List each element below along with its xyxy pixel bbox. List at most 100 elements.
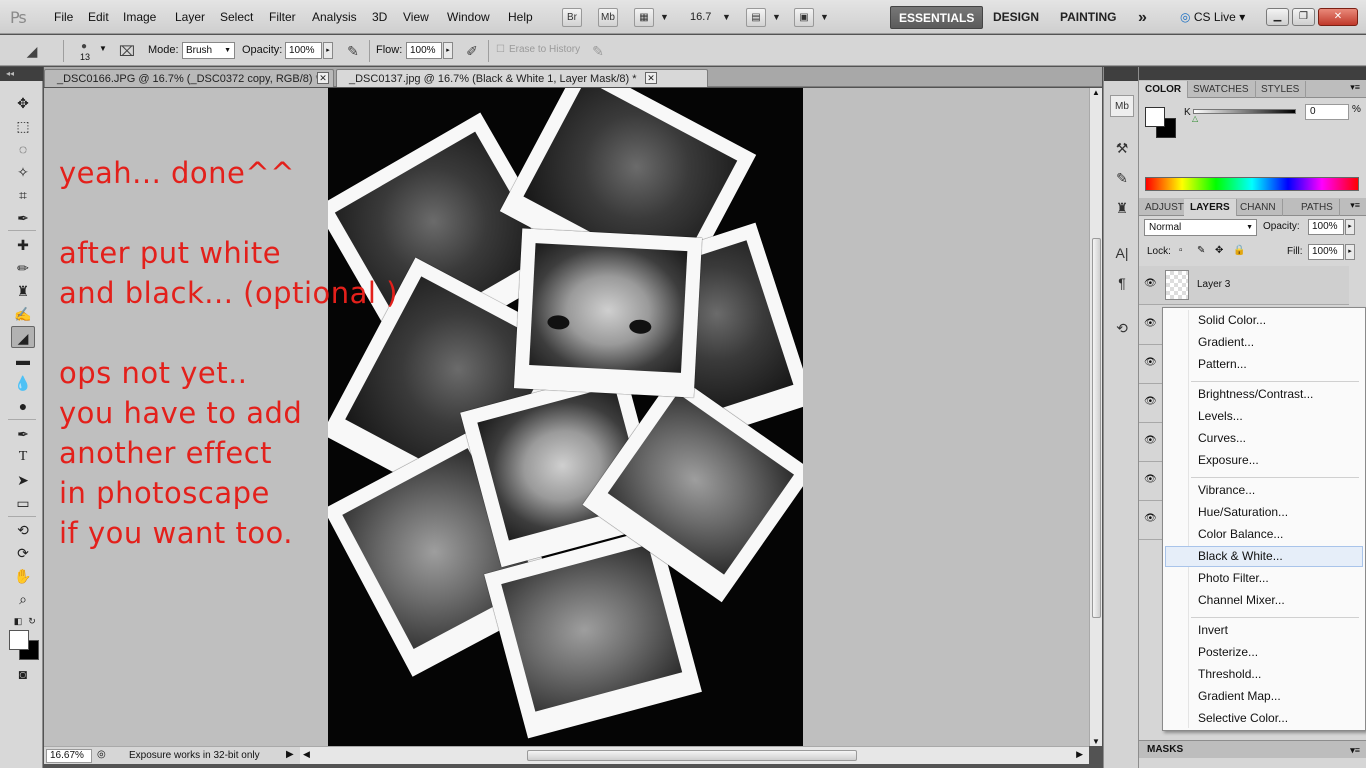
color-spectrum-bar[interactable] [1145, 177, 1359, 191]
scroll-thumb[interactable] [527, 750, 857, 761]
3d-rotate-tool-icon[interactable]: ⟲ [11, 519, 35, 541]
menu-analysis[interactable]: Analysis [312, 10, 357, 24]
clone-source-icon[interactable]: ♜ [1110, 197, 1134, 219]
canvas-area[interactable]: yeah... done^^ after put white and black… [44, 88, 1089, 746]
visibility-eye-icon[interactable]: 👁 [1144, 278, 1157, 289]
cs-live-button[interactable]: ◎ CS Live ▾ [1180, 10, 1245, 24]
hand-tool-icon[interactable]: ✋ [11, 565, 35, 587]
lasso-tool-icon[interactable]: ◌ [11, 138, 35, 160]
layer-row[interactable]: 👁 Layer 3 [1139, 266, 1349, 305]
menu-filter[interactable]: Filter [269, 10, 296, 24]
workspace-design[interactable]: DESIGN [985, 6, 1047, 29]
tab-styles[interactable]: STYLES [1255, 81, 1307, 98]
menu-select[interactable]: Select [220, 10, 253, 24]
blend-mode-select[interactable]: Normal ▼ [1144, 219, 1257, 236]
chevron-down-icon[interactable]: ▼ [660, 12, 669, 22]
k-channel-slider[interactable] [1193, 109, 1296, 114]
foreground-color-swatch[interactable] [9, 630, 29, 650]
menu-image[interactable]: Image [123, 10, 156, 24]
toolbox-header[interactable]: ◂◂ [0, 67, 43, 81]
scroll-up-icon[interactable]: ▲ [1092, 88, 1100, 97]
arrange-documents-button[interactable]: ▤ [746, 8, 766, 27]
menu-view[interactable]: View [403, 10, 429, 24]
spot-healing-tool-icon[interactable]: ✚ [11, 234, 35, 256]
pen-tool-icon[interactable]: ✒ [11, 423, 35, 445]
type-tool-icon[interactable]: T [11, 446, 35, 468]
history-brush-tool-icon[interactable]: ✍ [11, 303, 35, 325]
rectangle-tool-icon[interactable]: ▭ [11, 492, 35, 514]
flow-field[interactable]: 100% [406, 42, 442, 59]
tablet-pressure-opacity-icon[interactable]: ✎ [343, 41, 363, 61]
layer-opacity-field[interactable]: 100% [1308, 219, 1344, 235]
flow-slider-arrow[interactable]: ▸ [443, 42, 453, 59]
eyedropper-tool-icon[interactable]: ✒ [11, 207, 35, 229]
menu-3d[interactable]: 3D [372, 10, 387, 24]
mini-bridge-button[interactable]: Mb [598, 8, 618, 27]
fill-field[interactable]: 100% [1308, 244, 1344, 260]
horizontal-scrollbar[interactable]: ◀ ▶ [300, 746, 1089, 764]
vertical-scrollbar[interactable]: ▲ ▼ [1089, 88, 1102, 746]
tablet-pressure-size-icon[interactable]: ✎ [588, 41, 608, 61]
view-extras-button[interactable]: ▦ [634, 8, 654, 27]
menu-item-vibrance[interactable]: Vibrance... [1165, 480, 1363, 501]
scroll-right-icon[interactable]: ▶ [1076, 749, 1083, 760]
slider-handle-icon[interactable]: △ [1192, 114, 1198, 123]
mini-bridge-icon[interactable]: Mb [1110, 95, 1134, 117]
brush-tool-icon[interactable]: ✏ [11, 257, 35, 279]
lock-image-icon[interactable]: ✎ [1197, 245, 1205, 256]
menu-item-pattern[interactable]: Pattern... [1165, 354, 1363, 375]
menu-item-exposure[interactable]: Exposure... [1165, 450, 1363, 471]
clone-stamp-tool-icon[interactable]: ♜ [11, 280, 35, 302]
menu-item-selective-color[interactable]: Selective Color... [1165, 708, 1363, 729]
quick-mask-icon[interactable]: ◙ [11, 663, 35, 685]
visibility-eye-icon[interactable]: 👁 [1144, 318, 1157, 329]
opacity-slider-arrow[interactable]: ▸ [323, 42, 333, 59]
paragraph-panel-icon[interactable]: ¶ [1110, 272, 1134, 294]
lock-position-icon[interactable]: ✥ [1215, 245, 1223, 256]
panel-menu-icon[interactable]: ▾≡ [1350, 82, 1360, 93]
scroll-down-icon[interactable]: ▼ [1092, 737, 1100, 746]
eraser-preset-icon[interactable]: ◢ [22, 41, 42, 61]
gradient-tool-icon[interactable]: ▬ [11, 349, 35, 371]
visibility-eye-icon[interactable]: 👁 [1144, 474, 1157, 485]
tab-dsc0137[interactable]: _DSC0137.jpg @ 16.7% (Black & White 1, L… [336, 69, 708, 87]
status-menu-arrow-icon[interactable]: ▶ [286, 749, 294, 760]
foreground-color-swatch[interactable] [1145, 107, 1165, 127]
k-channel-value[interactable]: 0 [1305, 104, 1349, 120]
brush-panel-icon[interactable]: ⌧ [117, 41, 137, 61]
close-tab-icon[interactable]: ✕ [645, 72, 657, 84]
menu-item-solid-color[interactable]: Solid Color... [1165, 310, 1363, 331]
status-info-icon[interactable]: ◎ [97, 749, 106, 760]
character-panel-icon[interactable]: A| [1110, 242, 1134, 264]
menu-item-invert[interactable]: Invert [1165, 620, 1363, 641]
menu-item-hue-saturation[interactable]: Hue/Saturation... [1165, 502, 1363, 523]
swap-colors-icon[interactable]: ↻ [20, 610, 44, 632]
tool-presets-icon[interactable]: ⚒ [1110, 137, 1134, 159]
crop-tool-icon[interactable]: ⌗ [11, 184, 35, 206]
masks-panel-tab[interactable]: MASKS ▾≡ [1139, 740, 1366, 758]
brush-presets-icon[interactable]: ✎ [1110, 167, 1134, 189]
visibility-eye-icon[interactable]: 👁 [1144, 396, 1157, 407]
menu-item-brightness-contrast[interactable]: Brightness/Contrast... [1165, 384, 1363, 405]
tab-color[interactable]: COLOR [1139, 81, 1189, 98]
blur-tool-icon[interactable]: 💧 [11, 372, 35, 394]
close-button[interactable]: ✕ [1318, 8, 1358, 26]
visibility-eye-icon[interactable]: 👁 [1144, 513, 1157, 524]
opacity-field[interactable]: 100% [285, 42, 322, 59]
menu-item-levels[interactable]: Levels... [1165, 406, 1363, 427]
quick-selection-tool-icon[interactable]: ✧ [11, 161, 35, 183]
chevron-down-icon[interactable]: ▼ [722, 12, 731, 22]
path-selection-tool-icon[interactable]: ➤ [11, 469, 35, 491]
scroll-left-icon[interactable]: ◀ [303, 749, 310, 760]
chevron-down-icon[interactable]: ▼ [772, 12, 781, 22]
menu-item-photo-filter[interactable]: Photo Filter... [1165, 568, 1363, 589]
workspace-essentials[interactable]: ESSENTIALS [890, 6, 984, 29]
3d-orbit-tool-icon[interactable]: ⟳ [11, 542, 35, 564]
erase-history-checkbox[interactable]: ☐ [496, 44, 505, 55]
chevron-down-icon[interactable]: ▼ [820, 12, 829, 22]
menu-item-curves[interactable]: Curves... [1165, 428, 1363, 449]
panel-menu-icon[interactable]: ▾≡ [1350, 741, 1360, 759]
lock-transparent-icon[interactable]: ▫ [1179, 245, 1183, 256]
visibility-eye-icon[interactable]: 👁 [1144, 435, 1157, 446]
menu-layer[interactable]: Layer [175, 10, 205, 24]
